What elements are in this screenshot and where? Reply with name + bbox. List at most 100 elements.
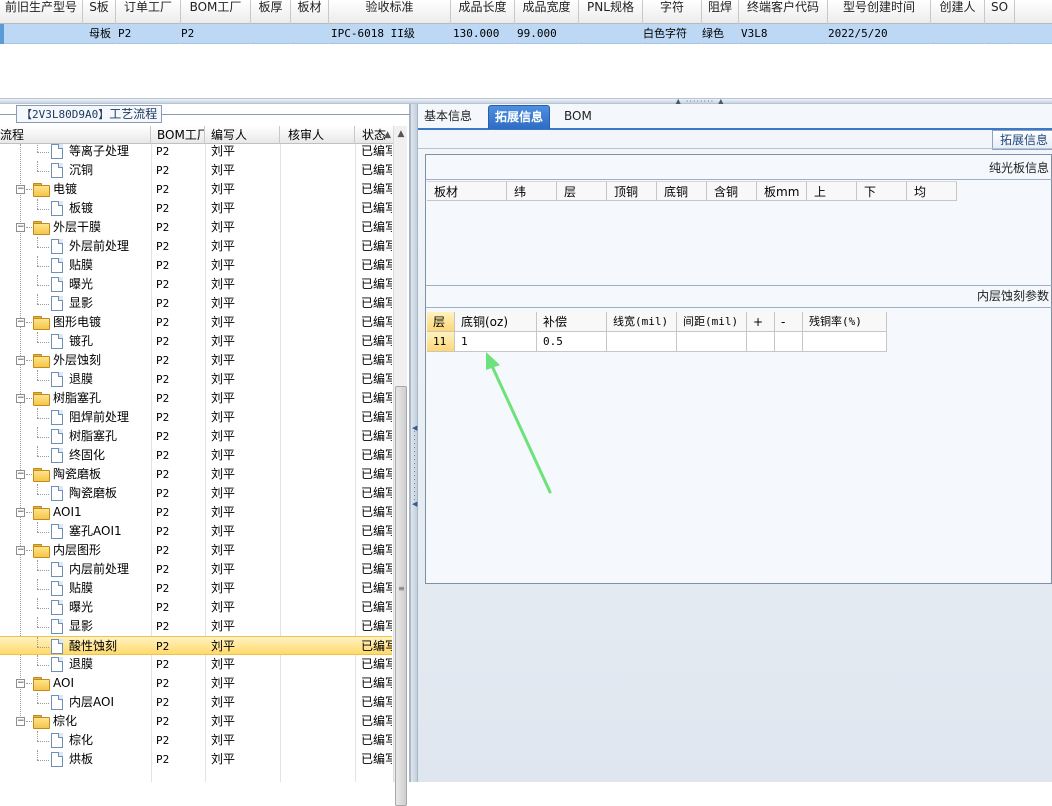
column-header[interactable]: 终端客户代码: [739, 0, 828, 24]
tree-row[interactable]: 终固化 P2 刘平 已编写: [0, 446, 392, 465]
column-header[interactable]: 成品宽度: [515, 0, 579, 24]
scroll-thumb[interactable]: ≡: [395, 386, 407, 806]
column-header[interactable]: 型号创建时间: [828, 0, 931, 24]
tree-row[interactable]: 贴膜 P2 刘平 已编写: [0, 579, 392, 598]
column-header[interactable]: 字符: [643, 0, 702, 24]
grid-cell[interactable]: 母板: [4, 24, 116, 44]
grid-cell[interactable]: [931, 24, 985, 44]
grid-cell[interactable]: [291, 24, 329, 44]
grid-cell[interactable]: IPC-6018 II级: [329, 24, 451, 44]
status: 已编写: [361, 372, 392, 386]
tree-row[interactable]: 烘板 P2 刘平 已编写: [0, 750, 392, 769]
tree-row[interactable]: 曝光 P2 刘平 已编写: [0, 275, 392, 294]
grid-cell[interactable]: 99.000: [515, 24, 579, 44]
tree-row[interactable]: − 内层图形 P2 刘平 已编写: [0, 541, 392, 560]
grid-cell[interactable]: P2: [116, 24, 181, 44]
tree-row[interactable]: 内层AOI P2 刘平 已编写: [0, 693, 392, 712]
bom-factory: P2: [156, 620, 170, 633]
scroll-up-icon[interactable]: ▲: [394, 126, 408, 142]
tree-row[interactable]: 陶瓷磨板 P2 刘平 已编写: [0, 484, 392, 503]
grid-cell[interactable]: V3L8: [739, 24, 828, 44]
tree-column-header[interactable]: 核审人: [280, 126, 355, 144]
tree-row[interactable]: − 图形电镀 P2 刘平 已编写: [0, 313, 392, 332]
bom-factory: P2: [156, 677, 170, 690]
tree-row[interactable]: − AOI1 P2 刘平 已编写: [0, 503, 392, 522]
collapse-icon[interactable]: −: [16, 394, 25, 403]
collapse-icon[interactable]: −: [16, 546, 25, 555]
tree-row[interactable]: − 树脂塞孔 P2 刘平 已编写: [0, 389, 392, 408]
model-grid-row[interactable]: 母板 P2 P2 IPC-6018 II级 130.000 99.000 白色字符 绿色 V3L…: [0, 24, 1052, 44]
tree-row[interactable]: 贴膜 P2 刘平 已编写: [0, 256, 392, 275]
column-header[interactable]: PNL规格: [579, 0, 643, 24]
tree-row[interactable]: 显影 P2 刘平 已编写: [0, 617, 392, 636]
tree-row[interactable]: 曝光 P2 刘平 已编写: [0, 598, 392, 617]
column-header[interactable]: 验收标准: [329, 0, 451, 24]
author: 刘平: [211, 391, 236, 405]
grid-cell[interactable]: [985, 24, 1015, 44]
grid-cell[interactable]: 白色字符: [643, 24, 702, 44]
tree-row[interactable]: − 外层蚀刻 P2 刘平 已编写: [0, 351, 392, 370]
column-header[interactable]: 前旧生产型号: [0, 0, 83, 24]
column-header[interactable]: 板厚: [251, 0, 291, 24]
tree-guide-line: [26, 189, 32, 190]
bom-factory: P2: [156, 468, 170, 481]
tree-scrollbar[interactable]: ▲ ≡: [393, 126, 408, 806]
bom-factory: P2: [156, 753, 170, 766]
tree-row[interactable]: 板镀 P2 刘平 已编写: [0, 199, 392, 218]
tree-row[interactable]: 外层前处理 P2 刘平 已编写: [0, 237, 392, 256]
collapse-icon[interactable]: −: [16, 717, 25, 726]
collapse-icon[interactable]: −: [16, 318, 25, 327]
bom-factory: P2: [156, 202, 170, 215]
column-header[interactable]: 创建人: [931, 0, 985, 24]
tree-guide-line: [37, 532, 49, 533]
collapse-icon[interactable]: −: [16, 679, 25, 688]
tree-row[interactable]: − 电镀 P2 刘平 已编写: [0, 180, 392, 199]
grid-cell[interactable]: 130.000: [451, 24, 515, 44]
tree-row[interactable]: 退膜 P2 刘平 已编写: [0, 655, 392, 674]
tree-row[interactable]: 镀孔 P2 刘平 已编写: [0, 332, 392, 351]
vsplit-grip-icon[interactable]: ◀ · · · · · · · · · · · · · · · · · · ◀: [412, 425, 417, 516]
tree-row[interactable]: 塞孔AOI1 P2 刘平 已编写: [0, 522, 392, 541]
status: 已编写: [361, 676, 392, 690]
tree-row[interactable]: 酸性蚀刻 P2 刘平 已编写: [0, 636, 392, 655]
column-header[interactable]: 成品长度: [451, 0, 515, 24]
tree-row[interactable]: 树脂塞孔 P2 刘平 已编写: [0, 427, 392, 446]
tree-row[interactable]: 内层前处理 P2 刘平 已编写: [0, 560, 392, 579]
tree-row[interactable]: − AOI P2 刘平 已编写: [0, 674, 392, 693]
column-header[interactable]: 板材: [291, 0, 329, 24]
column-header[interactable]: SO: [985, 0, 1015, 24]
tree-row[interactable]: 等离子处理 P2 刘平 已编写: [0, 144, 392, 161]
column-header[interactable]: 订单工厂: [116, 0, 181, 24]
tree-row[interactable]: 退膜 P2 刘平 已编写: [0, 370, 392, 389]
document-icon: [51, 752, 63, 767]
column-header[interactable]: BOM工厂: [181, 0, 251, 24]
vertical-splitter[interactable]: ◀ · · · · · · · · · · · · · · · · · · ◀: [410, 104, 418, 782]
tree-row[interactable]: 阻焊前处理 P2 刘平 已编写: [0, 408, 392, 427]
grid-cell[interactable]: [251, 24, 291, 44]
tree-column-header[interactable]: 流程: [0, 126, 151, 144]
collapse-icon[interactable]: −: [16, 223, 25, 232]
collapse-icon[interactable]: −: [16, 470, 25, 479]
tree-column-header[interactable]: 状态 ▲: [355, 126, 396, 144]
sort-arrow-icon[interactable]: ▲: [384, 126, 391, 144]
tree-row[interactable]: − 陶瓷磨板 P2 刘平 已编写: [0, 465, 392, 484]
grid-cell[interactable]: 绿色: [702, 24, 739, 44]
collapse-icon[interactable]: −: [16, 508, 25, 517]
collapse-icon[interactable]: −: [16, 356, 25, 365]
tree-row[interactable]: 棕化 P2 刘平 已编写: [0, 731, 392, 750]
tree-row[interactable]: − 棕化 P2 刘平 已编写: [0, 712, 392, 731]
column-header[interactable]: S板: [83, 0, 116, 24]
grid-cell[interactable]: [579, 24, 643, 44]
tree-row[interactable]: − 外层干膜 P2 刘平 已编写: [0, 218, 392, 237]
tree-column-header[interactable]: BOM工厂: [151, 126, 205, 144]
grid-cell[interactable]: P2: [181, 24, 251, 44]
tree-row[interactable]: 显影 P2 刘平 已编写: [0, 294, 392, 313]
author: 刘平: [211, 639, 236, 653]
grid-cell[interactable]: 2022/5/20: [828, 24, 931, 44]
column-header[interactable]: 阻焊: [702, 0, 739, 24]
tree-row[interactable]: 沉铜 P2 刘平 已编写: [0, 161, 392, 180]
tree-guide-line: [37, 446, 38, 456]
panel-title: 【2V3L80D9A0】工艺流程: [16, 105, 163, 123]
tree-column-header[interactable]: 编写人: [205, 126, 280, 144]
collapse-icon[interactable]: −: [16, 185, 25, 194]
